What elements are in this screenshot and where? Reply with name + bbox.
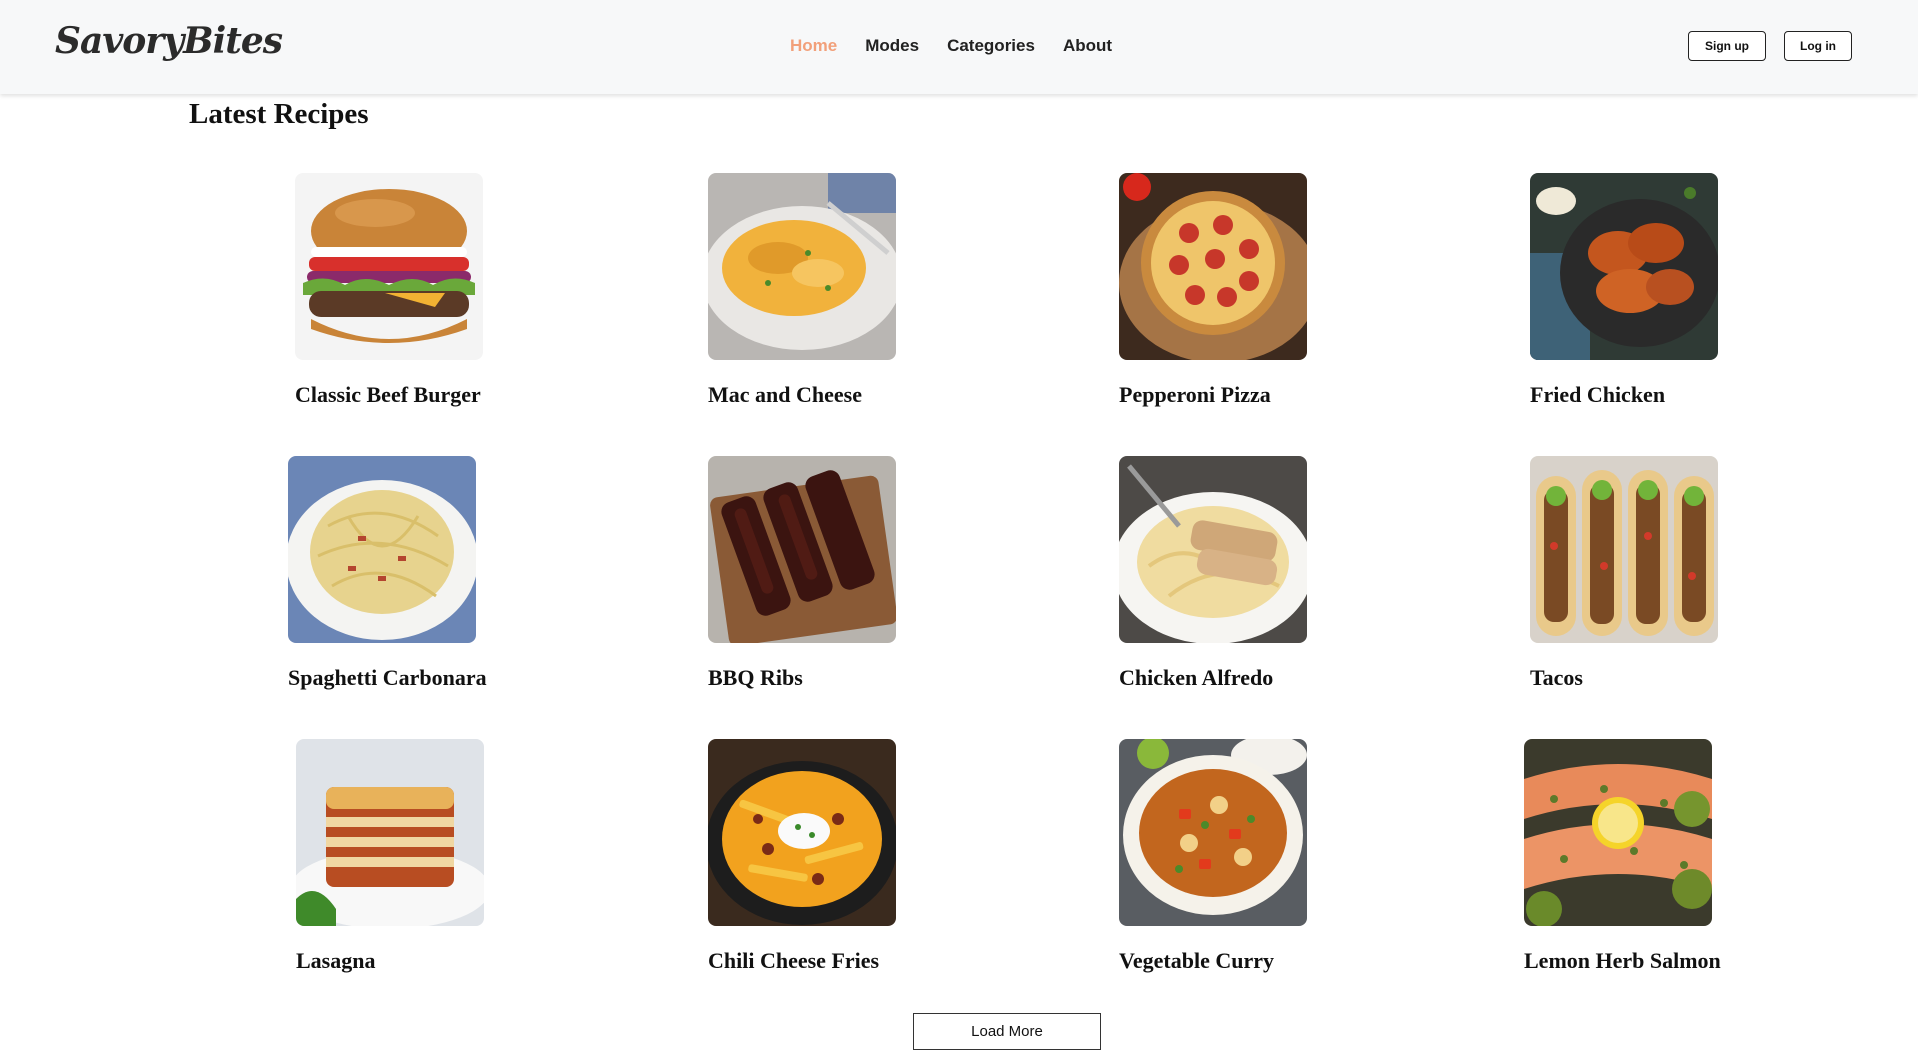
recipe-title[interactable]: BBQ Ribs <box>708 665 803 691</box>
login-button[interactable]: Log in <box>1784 31 1852 61</box>
recipe-title[interactable]: Tacos <box>1530 665 1583 691</box>
recipe-title[interactable]: Chicken Alfredo <box>1119 665 1273 691</box>
recipe-card[interactable]: Chicken Alfredo <box>1119 456 1379 716</box>
recipe-card[interactable]: Lemon Herb Salmon <box>1524 739 1784 999</box>
burger-photo[interactable] <box>295 173 483 360</box>
recipe-card[interactable]: Mac and Cheese <box>708 173 968 433</box>
recipe-title[interactable]: Vegetable Curry <box>1119 948 1274 974</box>
chili-cheese-fries-photo[interactable] <box>708 739 896 926</box>
nav-link-about[interactable]: About <box>1063 36 1112 56</box>
recipe-card[interactable]: Vegetable Curry <box>1119 739 1379 999</box>
vegetable-curry-photo[interactable] <box>1119 739 1307 926</box>
lemon-herb-salmon-photo[interactable] <box>1524 739 1712 926</box>
bbq-ribs-photo[interactable] <box>708 456 896 643</box>
mac-and-cheese-photo[interactable] <box>708 173 896 360</box>
recipe-grid: Classic Beef Burger Mac and Cheese Peppe… <box>0 0 1918 1051</box>
recipe-title[interactable]: Classic Beef Burger <box>295 382 481 408</box>
fried-chicken-photo[interactable] <box>1530 173 1718 360</box>
chicken-alfredo-photo[interactable] <box>1119 456 1307 643</box>
nav-link-modes[interactable]: Modes <box>865 36 919 56</box>
site-logo[interactable]: SavoryBites <box>55 20 283 62</box>
recipe-card[interactable]: Lasagna <box>296 739 556 999</box>
lasagna-photo[interactable] <box>296 739 484 926</box>
recipe-card[interactable]: Fried Chicken <box>1530 173 1790 433</box>
spaghetti-carbonara-photo[interactable] <box>288 456 476 643</box>
recipe-title[interactable]: Mac and Cheese <box>708 382 862 408</box>
top-navbar: SavoryBites Home Modes Categories About … <box>0 0 1918 94</box>
recipe-title[interactable]: Spaghetti Carbonara <box>288 665 487 691</box>
recipe-card[interactable]: Classic Beef Burger <box>295 173 555 433</box>
tacos-photo[interactable] <box>1530 456 1718 643</box>
main-nav: Home Modes Categories About <box>790 36 1112 56</box>
load-more-button[interactable]: Load More <box>913 1013 1101 1050</box>
recipe-title[interactable]: Lasagna <box>296 948 375 974</box>
recipe-card[interactable]: BBQ Ribs <box>708 456 968 716</box>
recipe-card[interactable]: Spaghetti Carbonara <box>288 456 548 716</box>
recipe-title[interactable]: Chili Cheese Fries <box>708 948 879 974</box>
nav-link-categories[interactable]: Categories <box>947 36 1035 56</box>
recipe-title[interactable]: Lemon Herb Salmon <box>1524 948 1721 974</box>
recipe-card[interactable]: Tacos <box>1530 456 1790 716</box>
recipe-card[interactable]: Pepperoni Pizza <box>1119 173 1379 433</box>
recipe-title[interactable]: Fried Chicken <box>1530 382 1665 408</box>
signup-button[interactable]: Sign up <box>1688 31 1766 61</box>
recipe-title[interactable]: Pepperoni Pizza <box>1119 382 1271 408</box>
recipe-card[interactable]: Chili Cheese Fries <box>708 739 968 999</box>
nav-link-home[interactable]: Home <box>790 36 837 56</box>
pepperoni-pizza-photo[interactable] <box>1119 173 1307 360</box>
